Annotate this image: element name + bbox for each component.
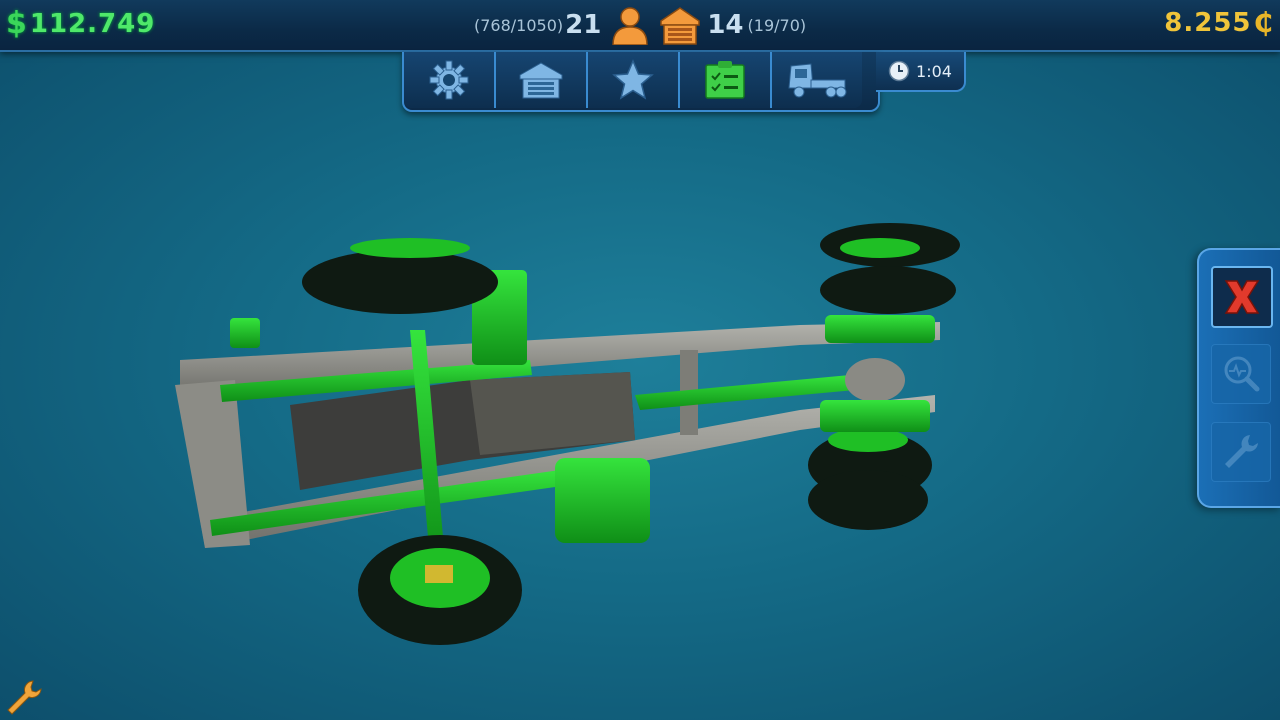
tab-tasks[interactable] [680,52,772,108]
cash-amount: 112.749 [29,8,156,39]
side-action-panel [1197,248,1280,508]
worker-person-icon [612,7,649,45]
truck-icon [788,63,847,98]
dollar-icon: $ [6,6,28,41]
main-menu-tabs [402,52,880,112]
cash-display: $ 112.749 [6,6,155,41]
magnifier-pulse-icon [1224,356,1260,392]
tab-favorites[interactable] [588,52,680,108]
gear-icon [429,60,469,100]
tab-garage[interactable] [496,52,588,108]
coins-display: 8.255 ₵ [1164,6,1274,39]
timer-value: 1:04 [916,61,952,81]
workers-count: 21 [565,10,602,40]
wrench-icon [1225,435,1258,468]
coin-icon: ₵ [1253,6,1274,39]
top-status-bar: $ 112.749 (768/1050) 21 14 (19/70) 8.255… [0,0,1280,52]
garage-capacity: (19/70) [747,15,807,35]
coins-amount: 8.255 [1164,7,1252,38]
tab-settings[interactable] [404,52,496,108]
clipboard-icon [705,61,745,99]
garage-count: 14 [707,10,744,40]
wrench-icon[interactable] [4,678,44,718]
timer-display: 1:04 [876,52,966,92]
clock-icon [888,60,910,82]
close-button[interactable] [1211,266,1273,328]
tab-truck[interactable] [772,52,862,108]
inspect-button[interactable] [1211,344,1271,404]
repair-button[interactable] [1211,422,1271,482]
close-x-icon [1224,280,1260,314]
workers-capacity: (768/1050) [474,15,564,35]
garage-building-icon [660,7,701,45]
garage-icon [519,62,563,99]
star-icon [612,59,654,100]
center-stats: (768/1050) 21 14 (19/70) [474,6,807,45]
